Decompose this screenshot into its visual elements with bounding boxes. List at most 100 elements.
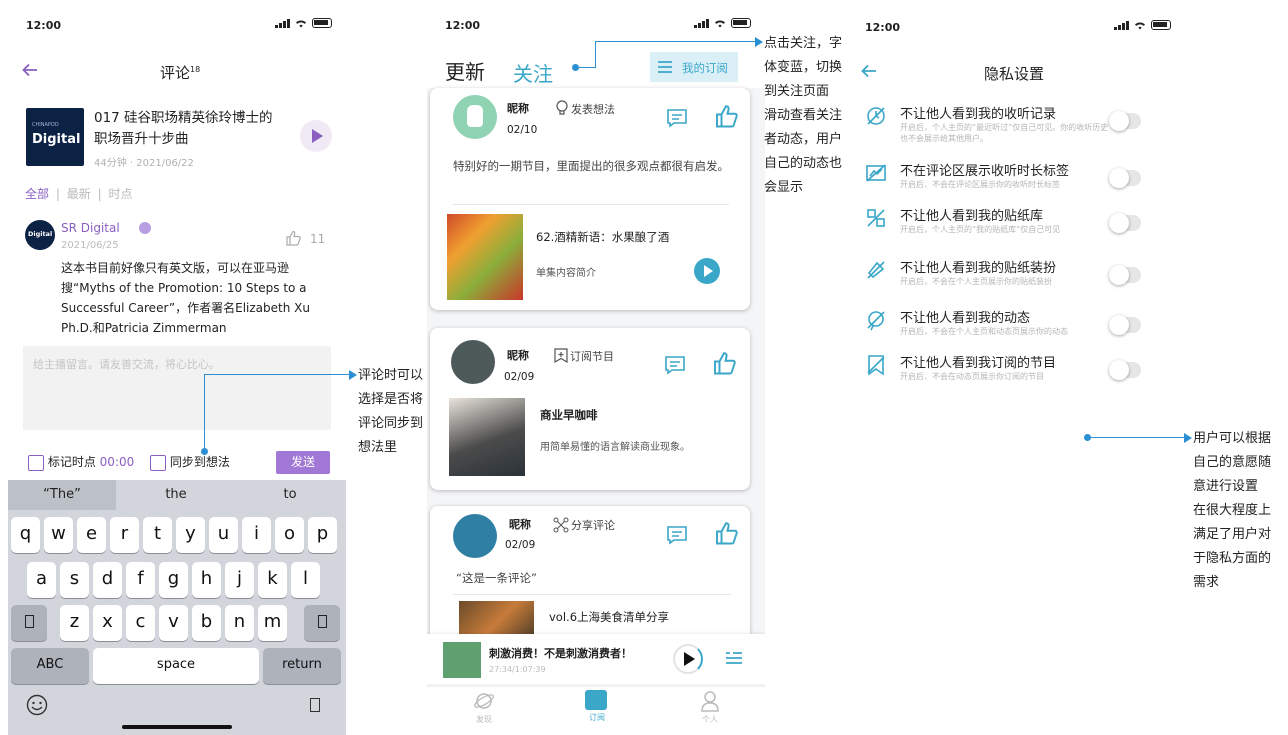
- mark-time-label: 标记时点: [47, 455, 96, 469]
- avatar[interactable]: [451, 340, 495, 384]
- episode-image[interactable]: [447, 214, 523, 300]
- thumbs-up-icon[interactable]: [712, 351, 736, 375]
- filter-latest[interactable]: 最新: [67, 187, 91, 201]
- key-e[interactable]: e: [77, 517, 106, 553]
- abc-key[interactable]: ABC: [11, 648, 89, 684]
- sticker-dressup-toggle[interactable]: [1109, 265, 1141, 285]
- shift-key[interactable]: [11, 605, 47, 641]
- follow-note-connector-a: [576, 67, 595, 68]
- comment-input[interactable]: 给主播留言。请友善交流，将心比心。: [23, 346, 331, 430]
- key-t[interactable]: t: [143, 517, 172, 553]
- mark-time-checkbox[interactable]: [28, 454, 44, 471]
- avatar[interactable]: [453, 95, 497, 139]
- key-r[interactable]: r: [110, 517, 139, 553]
- key-q[interactable]: q: [11, 517, 40, 553]
- play-button[interactable]: [694, 258, 720, 284]
- avatar[interactable]: [453, 514, 497, 558]
- key-x[interactable]: x: [93, 605, 122, 641]
- episode-cover[interactable]: CHINAPOD Digital: [26, 108, 84, 166]
- sticker-library-toggle[interactable]: [1109, 213, 1141, 233]
- wifi-icon: [715, 19, 725, 27]
- follow-note-arrow: [755, 37, 763, 47]
- privacy-note: 用户可以根据 自己的意愿随 意进行设置 在很大程度上 满足了用户对 于隐私方面的…: [1193, 431, 1272, 590]
- return-key[interactable]: return: [263, 648, 341, 684]
- comment-user[interactable]: SR Digital: [61, 221, 151, 235]
- key-p[interactable]: p: [308, 517, 337, 553]
- send-button[interactable]: 发送: [276, 451, 330, 474]
- subscriptions-toggle[interactable]: [1109, 360, 1141, 380]
- emoji-icon[interactable]: [26, 694, 48, 716]
- thumbs-up-icon[interactable]: [714, 521, 738, 545]
- my-subscriptions-button[interactable]: 我的订阅: [650, 52, 738, 82]
- suggestion-2[interactable]: the: [120, 480, 232, 510]
- key-z[interactable]: z: [60, 605, 89, 641]
- key-c[interactable]: c: [126, 605, 155, 641]
- divider: [453, 204, 729, 205]
- key-g[interactable]: g: [159, 562, 188, 598]
- subscriptions-icon: [585, 690, 607, 710]
- duration-tag-toggle[interactable]: [1109, 168, 1141, 188]
- key-m[interactable]: m: [258, 605, 287, 641]
- episode-title[interactable]: 商业早咖啡: [540, 407, 598, 423]
- episode-desc: 用简单易懂的语言解读商业现象。: [540, 442, 690, 453]
- comment-icon[interactable]: [666, 525, 688, 545]
- key-u[interactable]: u: [209, 517, 238, 553]
- key-h[interactable]: h: [192, 562, 221, 598]
- key-n[interactable]: n: [225, 605, 254, 641]
- card-nickname: 昵称: [509, 518, 531, 531]
- suggestion-1[interactable]: “The”: [8, 480, 116, 510]
- filter-timepoint[interactable]: 时点: [108, 187, 132, 201]
- key-f[interactable]: f: [126, 562, 155, 598]
- nav-discover[interactable]: 发现: [472, 690, 496, 730]
- key-k[interactable]: k: [258, 562, 287, 598]
- nav-profile[interactable]: 个人: [698, 690, 722, 730]
- player-play-button[interactable]: [673, 644, 703, 674]
- key-o[interactable]: o: [275, 517, 304, 553]
- key-s[interactable]: s: [60, 562, 89, 598]
- sync-option[interactable]: 同步到想法: [150, 453, 230, 471]
- delete-key[interactable]: [304, 605, 340, 641]
- episode-image[interactable]: [449, 398, 525, 476]
- player-cover[interactable]: [443, 642, 481, 678]
- comment-icon[interactable]: [664, 355, 686, 375]
- tab-follow[interactable]: 关注: [513, 58, 553, 87]
- key-i[interactable]: i: [242, 517, 271, 553]
- play-button[interactable]: [300, 120, 332, 152]
- feed-card[interactable]: 昵称 02/09 订阅节目 商业早咖啡 用简单易懂的语言解读商业现象。: [430, 328, 750, 490]
- feed-card[interactable]: 昵称 02/10 发表想法 特别好的一期节目，里面提出的很多观点都很有启发。 6…: [430, 88, 750, 310]
- comment-text: 这本书目前好像只有英文版，可以在亚马逊 搜“Myths of the Promo…: [61, 261, 310, 335]
- key-j[interactable]: j: [225, 562, 254, 598]
- key-w[interactable]: w: [44, 517, 73, 553]
- comment-icon[interactable]: [666, 108, 688, 128]
- like-count: 11: [310, 232, 326, 246]
- episode-title[interactable]: 62.酒精新语：水果酿了酒: [536, 229, 669, 245]
- listen-history-toggle[interactable]: [1109, 111, 1141, 131]
- playlist-icon[interactable]: [725, 651, 743, 667]
- sync-checkbox[interactable]: [150, 454, 166, 471]
- episode-title[interactable]: 017 硅谷职场精英徐玲博士的 职场晋升十步曲: [94, 108, 273, 150]
- episode-title[interactable]: vol.6上海美食清单分享: [549, 609, 669, 625]
- back-arrow-icon[interactable]: [22, 63, 38, 77]
- key-y[interactable]: y: [176, 517, 205, 553]
- key-v[interactable]: v: [159, 605, 188, 641]
- key-l[interactable]: l: [291, 562, 320, 598]
- mini-player[interactable]: 刺激消费！不是刺激消费者！ 27:34/1:07:39: [427, 634, 765, 684]
- tab-update[interactable]: 更新: [445, 56, 485, 85]
- nav-subscriptions[interactable]: 订阅: [585, 690, 609, 730]
- thumbs-up-icon[interactable]: [285, 230, 301, 246]
- avatar[interactable]: Digital: [25, 220, 55, 250]
- key-d[interactable]: d: [93, 562, 122, 598]
- back-arrow-icon[interactable]: [861, 64, 877, 78]
- key-b[interactable]: b: [192, 605, 221, 641]
- activity-toggle[interactable]: [1109, 315, 1141, 335]
- mark-time-option[interactable]: 标记时点 00:00: [28, 453, 134, 471]
- status-time: 12:00: [26, 19, 62, 32]
- verified-icon: [139, 222, 151, 234]
- privacy-row-desc: 开启后，不会在评论区展示你的收听时长标签: [900, 180, 1060, 189]
- thumbs-up-icon[interactable]: [714, 104, 738, 128]
- space-key[interactable]: space: [93, 648, 259, 684]
- key-a[interactable]: a: [27, 562, 56, 598]
- suggestion-3[interactable]: to: [234, 480, 346, 510]
- filter-all[interactable]: 全部: [25, 187, 49, 201]
- mic-icon[interactable]: [310, 698, 320, 712]
